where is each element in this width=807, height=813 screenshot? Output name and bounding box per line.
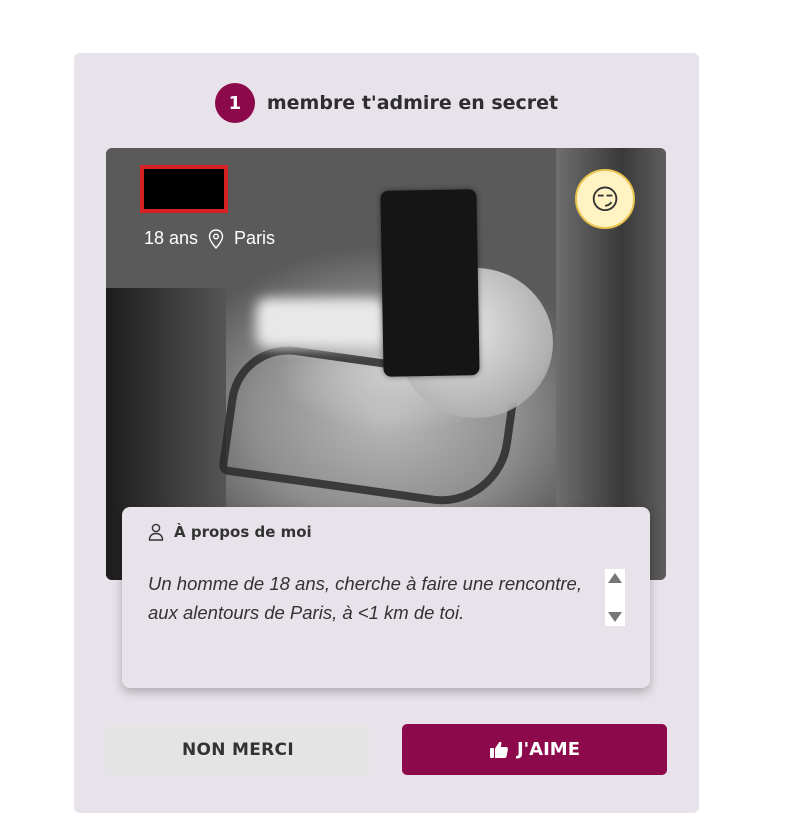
about-header: À propos de moi <box>148 523 312 541</box>
about-scrollbar[interactable] <box>605 569 625 626</box>
profile-age: 18 ans <box>144 228 199 248</box>
user-icon <box>148 523 164 541</box>
photo-phone <box>380 189 480 377</box>
about-panel: À propos de moi Un homme de 18 ans, cher… <box>122 507 650 688</box>
redacted-name <box>140 165 228 213</box>
decline-button[interactable]: NON MERCI <box>106 724 370 775</box>
scroll-down-icon[interactable] <box>608 612 622 622</box>
admirer-count-badge: 1 <box>214 83 255 123</box>
profile-meta: 18 ans Paris <box>144 228 275 249</box>
match-card: 1 membre t'admire en secret 18 ans Paris… <box>74 53 699 813</box>
profile-location: Paris <box>234 228 276 248</box>
about-text: Un homme de 18 ans, cherche à faire une … <box>148 573 582 623</box>
scroll-up-icon[interactable] <box>608 573 622 583</box>
location-pin-icon <box>208 228 224 249</box>
photo-blur-patch <box>256 298 386 348</box>
card-header: 1 membre t'admire en secret <box>74 83 699 123</box>
thumbs-up-icon <box>489 741 508 758</box>
smirk-emoji-icon[interactable]: 😏 <box>575 169 635 229</box>
like-button[interactable]: J'AIME <box>402 724 667 775</box>
header-title: membre t'admire en secret <box>266 92 559 114</box>
about-title: À propos de moi <box>174 523 312 541</box>
like-label: J'AIME <box>516 739 581 760</box>
